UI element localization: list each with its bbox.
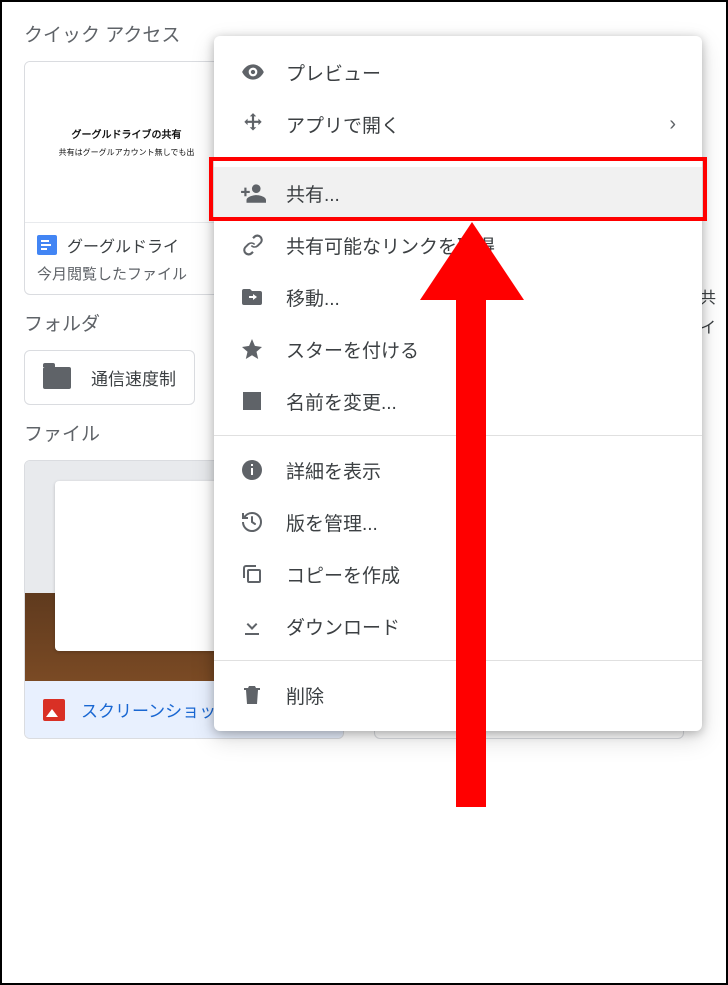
menu-item-preview[interactable]: プレビュー bbox=[214, 46, 702, 98]
star-icon bbox=[240, 337, 286, 361]
person-add-icon bbox=[240, 180, 286, 206]
copy-icon bbox=[240, 562, 286, 586]
move-icon bbox=[240, 111, 286, 137]
menu-label: 詳細を表示 bbox=[286, 457, 676, 484]
quick-access-meta: グーグルドライ 今月閲覧したファイル bbox=[25, 222, 228, 294]
menu-divider bbox=[214, 158, 702, 159]
folder-move-icon bbox=[240, 285, 286, 309]
chevron-right-icon: › bbox=[669, 113, 676, 136]
menu-divider bbox=[214, 435, 702, 436]
context-menu: プレビュー アプリで開く › 共有... 共有可能なリンクを取得 移動... ス… bbox=[214, 36, 702, 731]
menu-item-details[interactable]: 詳細を表示 bbox=[214, 444, 702, 496]
menu-label: コピーを作成 bbox=[286, 561, 676, 588]
folder-chip[interactable]: 通信速度制 bbox=[24, 350, 195, 405]
menu-label: スターを付ける bbox=[286, 336, 676, 363]
image-icon bbox=[43, 699, 65, 721]
info-icon bbox=[240, 458, 286, 482]
menu-item-manage-versions[interactable]: 版を管理... bbox=[214, 496, 702, 548]
history-icon bbox=[240, 510, 286, 534]
download-icon bbox=[240, 614, 286, 638]
menu-label: 削除 bbox=[286, 682, 676, 709]
thumb-title: グーグルドライブの共有 bbox=[72, 126, 182, 141]
menu-item-download[interactable]: ダウンロード bbox=[214, 600, 702, 652]
menu-label: 移動... bbox=[286, 284, 676, 311]
menu-divider bbox=[214, 660, 702, 661]
menu-label: アプリで開く bbox=[286, 111, 669, 138]
menu-label: 共有可能なリンクを取得 bbox=[286, 232, 676, 259]
eye-icon bbox=[240, 59, 286, 85]
menu-item-get-link[interactable]: 共有可能なリンクを取得 bbox=[214, 219, 702, 271]
menu-item-rename[interactable]: 名前を変更... bbox=[214, 375, 702, 427]
folder-icon bbox=[43, 367, 71, 389]
menu-label: ダウンロード bbox=[286, 613, 676, 640]
menu-label: 共有... bbox=[286, 180, 676, 207]
edit-icon bbox=[240, 389, 286, 413]
menu-item-open-with[interactable]: アプリで開く › bbox=[214, 98, 702, 150]
trash-icon bbox=[240, 683, 286, 707]
menu-item-star[interactable]: スターを付ける bbox=[214, 323, 702, 375]
quick-access-card[interactable]: グーグルドライブの共有 共有はグーグルアカウント無しでも出 グーグルドライ 今月… bbox=[24, 61, 229, 295]
quick-access-thumbnail: グーグルドライブの共有 共有はグーグルアカウント無しでも出 bbox=[25, 62, 228, 222]
quick-access-filename: グーグルドライ bbox=[67, 233, 179, 257]
thumb-subtitle: 共有はグーグルアカウント無しでも出 bbox=[59, 147, 195, 158]
docs-icon bbox=[37, 235, 57, 255]
menu-item-make-copy[interactable]: コピーを作成 bbox=[214, 548, 702, 600]
menu-item-move[interactable]: 移動... bbox=[214, 271, 702, 323]
menu-item-share[interactable]: 共有... bbox=[214, 167, 702, 219]
menu-label: 名前を変更... bbox=[286, 388, 676, 415]
quick-access-subtitle: 今月閲覧したファイル bbox=[37, 263, 216, 284]
menu-label: 版を管理... bbox=[286, 509, 676, 536]
menu-label: プレビュー bbox=[286, 59, 676, 86]
link-icon bbox=[240, 232, 286, 258]
folder-name: 通信速度制 bbox=[91, 365, 176, 390]
menu-item-remove[interactable]: 削除 bbox=[214, 669, 702, 721]
